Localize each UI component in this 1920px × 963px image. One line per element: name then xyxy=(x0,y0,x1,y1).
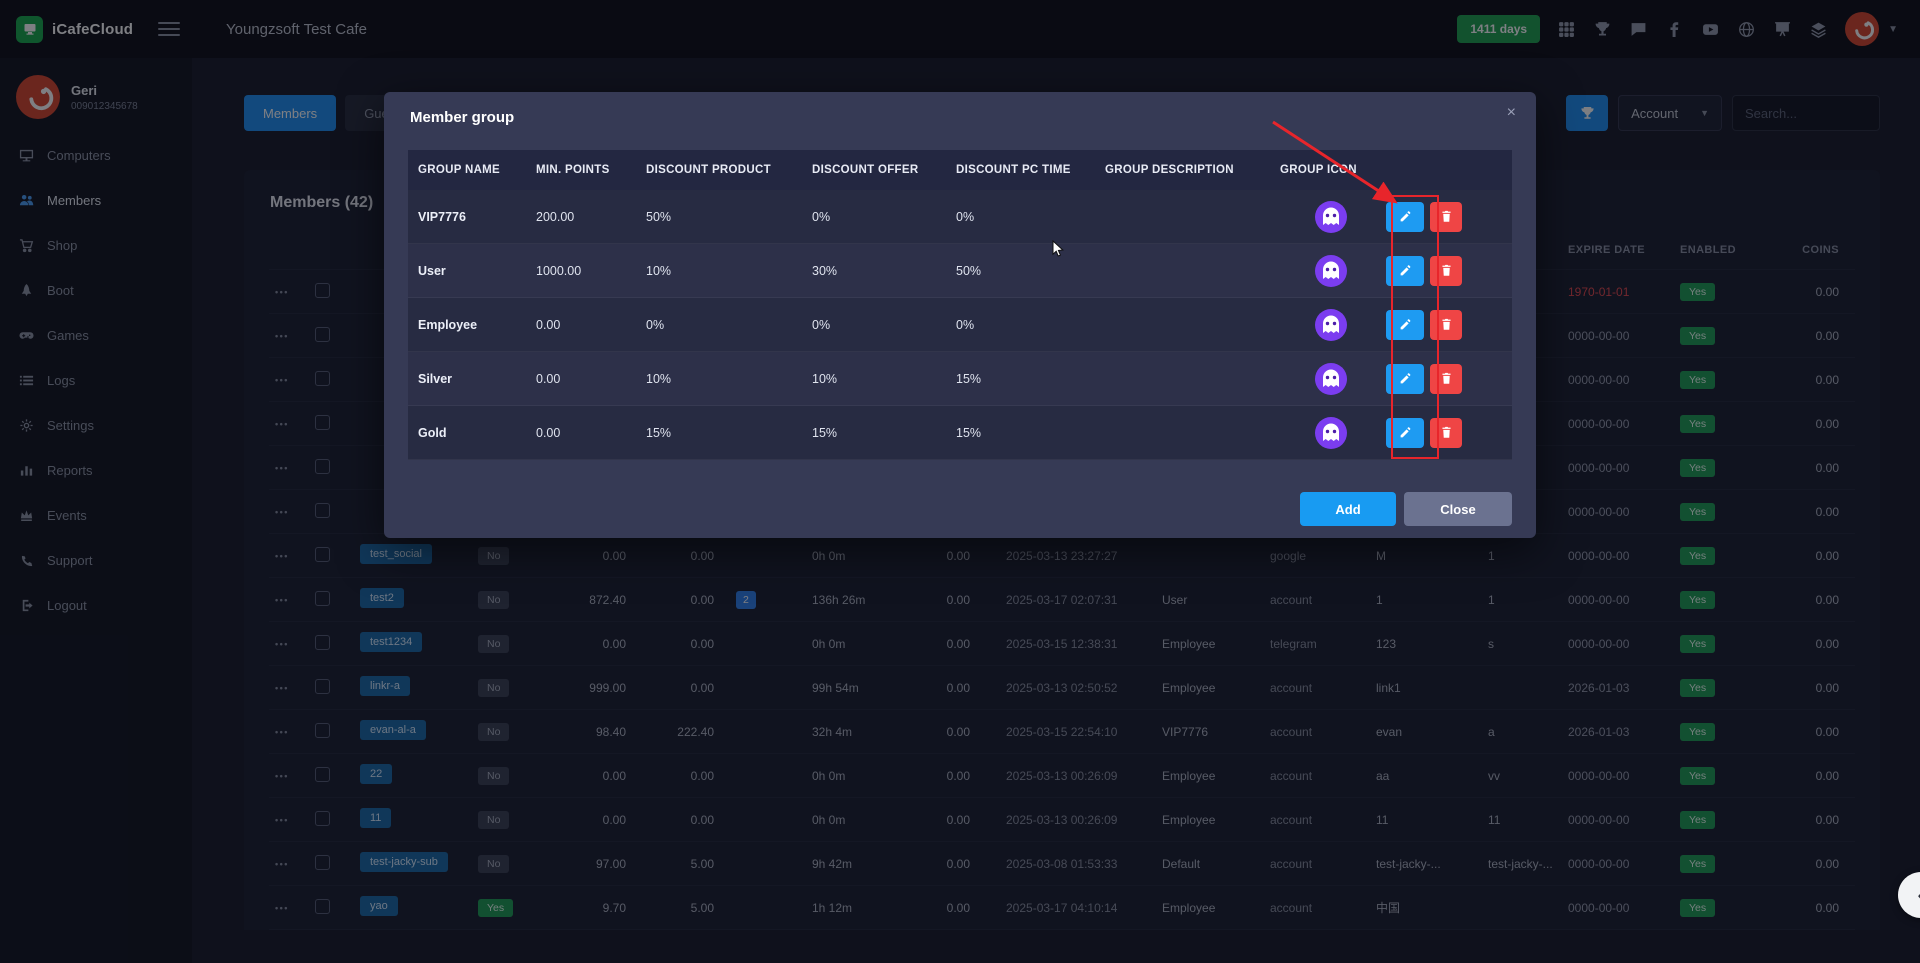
edit-group-button[interactable] xyxy=(1386,310,1424,340)
group-row: Silver 0.00 10% 10% 15% xyxy=(408,352,1512,406)
edit-group-button[interactable] xyxy=(1386,202,1424,232)
ghost-icon xyxy=(1314,308,1348,342)
col-discount-pc-time: DISCOUNT PC TIME xyxy=(946,164,1095,176)
discount-offer-cell: 15% xyxy=(802,426,946,440)
col-discount-offer: DISCOUNT OFFER xyxy=(802,164,946,176)
min-points-cell: 0.00 xyxy=(526,372,636,386)
discount-offer-cell: 0% xyxy=(802,210,946,224)
group-icon-cell xyxy=(1270,254,1382,288)
group-row: Employee 0.00 0% 0% 0% xyxy=(408,298,1512,352)
actions-cell xyxy=(1382,202,1512,232)
discount-product-cell: 10% xyxy=(636,264,802,278)
group-icon-cell xyxy=(1270,416,1382,450)
edit-group-button[interactable] xyxy=(1386,418,1424,448)
delete-group-button[interactable] xyxy=(1430,256,1462,286)
trash-icon xyxy=(1440,426,1453,439)
delete-group-button[interactable] xyxy=(1430,310,1462,340)
discount-pc-time-cell: 0% xyxy=(946,210,1095,224)
discount-pc-time-cell: 0% xyxy=(946,318,1095,332)
close-modal-button[interactable]: Close xyxy=(1404,492,1512,526)
group-row: User 1000.00 10% 30% 50% xyxy=(408,244,1512,298)
edit-group-button[interactable] xyxy=(1386,364,1424,394)
ghost-icon xyxy=(1314,362,1348,396)
group-name-cell: VIP7776 xyxy=(408,210,526,224)
col-min-points: MIN. POINTS xyxy=(526,164,636,176)
col-group-icon: GROUP ICON xyxy=(1270,164,1382,176)
pencil-icon xyxy=(1399,426,1412,439)
pencil-icon xyxy=(1399,264,1412,277)
group-icon-cell xyxy=(1270,362,1382,396)
modal-footer: Add Close xyxy=(1300,492,1512,526)
pencil-icon xyxy=(1399,372,1412,385)
group-row: Gold 0.00 15% 15% 15% xyxy=(408,406,1512,460)
pencil-icon xyxy=(1399,210,1412,223)
add-group-button[interactable]: Add xyxy=(1300,492,1396,526)
group-table-header: GROUP NAME MIN. POINTS DISCOUNT PRODUCT … xyxy=(408,150,1512,190)
pencil-icon xyxy=(1399,318,1412,331)
delete-group-button[interactable] xyxy=(1430,202,1462,232)
delete-group-button[interactable] xyxy=(1430,418,1462,448)
actions-cell xyxy=(1382,418,1512,448)
min-points-cell: 1000.00 xyxy=(526,264,636,278)
actions-cell xyxy=(1382,310,1512,340)
col-discount-product: DISCOUNT PRODUCT xyxy=(636,164,802,176)
discount-product-cell: 0% xyxy=(636,318,802,332)
delete-group-button[interactable] xyxy=(1430,364,1462,394)
discount-offer-cell: 10% xyxy=(802,372,946,386)
min-points-cell: 0.00 xyxy=(526,426,636,440)
ghost-icon xyxy=(1314,254,1348,288)
ghost-icon xyxy=(1314,416,1348,450)
trash-icon xyxy=(1440,264,1453,277)
discount-offer-cell: 0% xyxy=(802,318,946,332)
discount-product-cell: 15% xyxy=(636,426,802,440)
discount-pc-time-cell: 15% xyxy=(946,426,1095,440)
col-group-name: GROUP NAME xyxy=(408,164,526,176)
group-name-cell: Silver xyxy=(408,372,526,386)
discount-offer-cell: 30% xyxy=(802,264,946,278)
min-points-cell: 0.00 xyxy=(526,318,636,332)
discount-pc-time-cell: 50% xyxy=(946,264,1095,278)
discount-pc-time-cell: 15% xyxy=(946,372,1095,386)
discount-product-cell: 50% xyxy=(636,210,802,224)
trash-icon xyxy=(1440,210,1453,223)
member-group-modal: Member group × GROUP NAME MIN. POINTS DI… xyxy=(384,92,1536,538)
edit-group-button[interactable] xyxy=(1386,256,1424,286)
trash-icon xyxy=(1440,318,1453,331)
close-icon[interactable]: × xyxy=(1503,100,1520,126)
actions-cell xyxy=(1382,364,1512,394)
group-table: GROUP NAME MIN. POINTS DISCOUNT PRODUCT … xyxy=(408,150,1512,460)
group-name-cell: User xyxy=(408,264,526,278)
discount-product-cell: 10% xyxy=(636,372,802,386)
group-icon-cell xyxy=(1270,308,1382,342)
col-group-description: GROUP DESCRIPTION xyxy=(1095,164,1270,176)
actions-cell xyxy=(1382,256,1512,286)
group-name-cell: Employee xyxy=(408,318,526,332)
ghost-icon xyxy=(1314,200,1348,234)
trash-icon xyxy=(1440,372,1453,385)
group-icon-cell xyxy=(1270,200,1382,234)
modal-title: Member group xyxy=(410,109,514,126)
group-row: VIP7776 200.00 50% 0% 0% xyxy=(408,190,1512,244)
min-points-cell: 200.00 xyxy=(526,210,636,224)
group-name-cell: Gold xyxy=(408,426,526,440)
